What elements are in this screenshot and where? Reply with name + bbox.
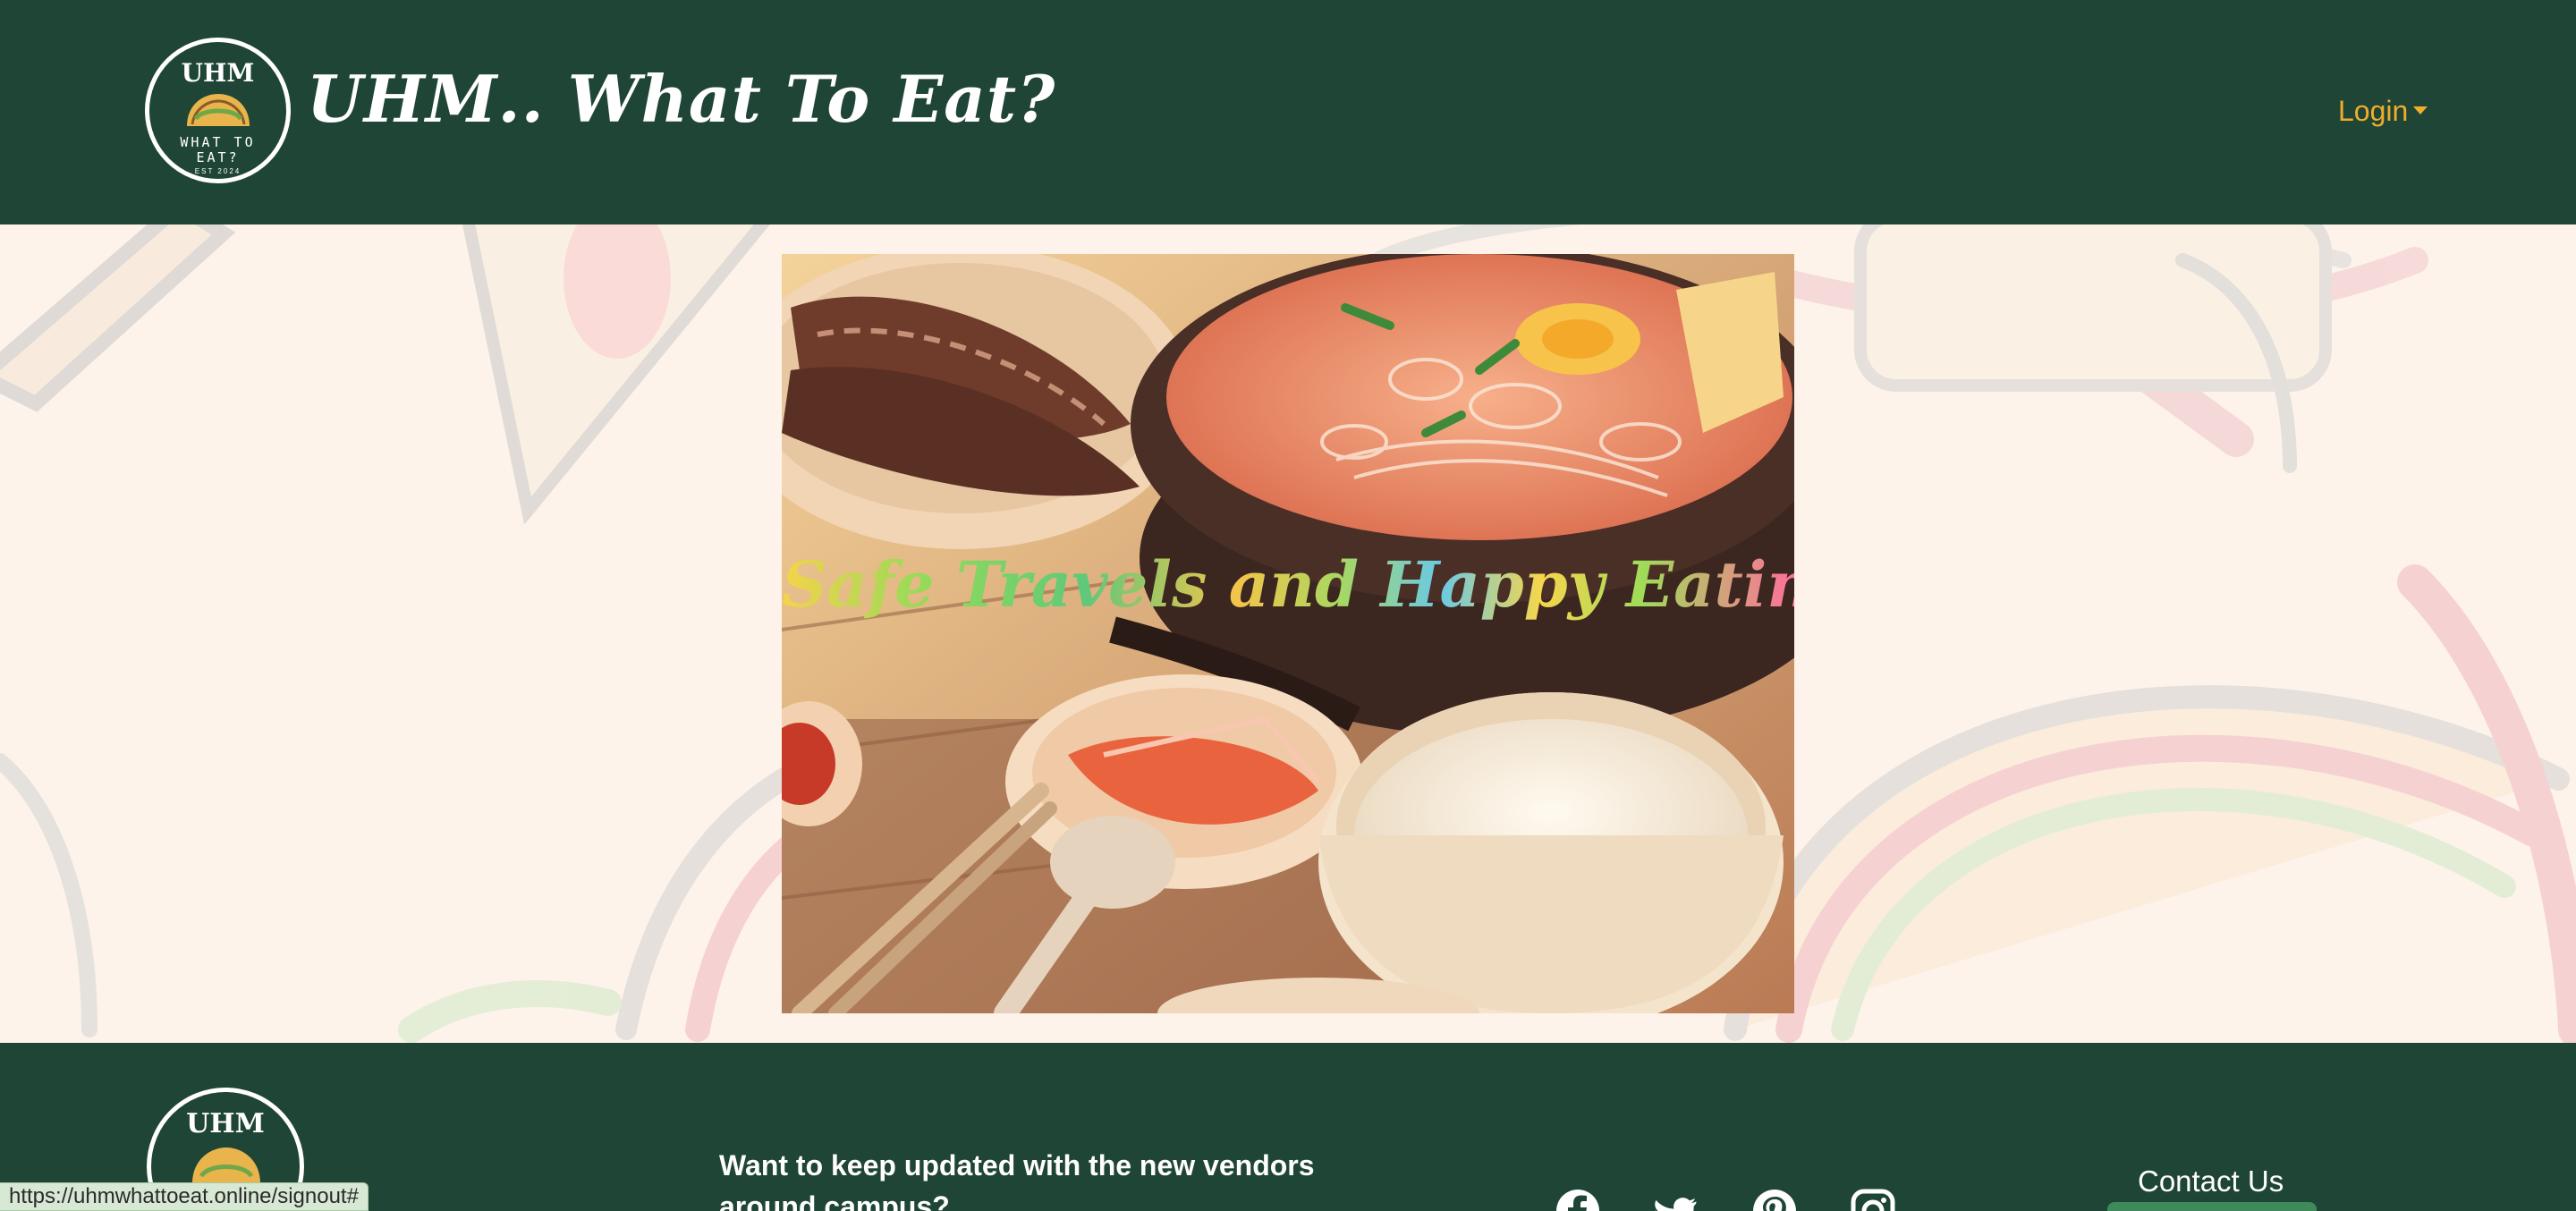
- site-title[interactable]: UHM.. What To Eat?: [307, 61, 1055, 137]
- hero-image: Safe Travels and Happy Eating!: [782, 254, 1794, 1013]
- social-links: [1555, 1188, 1896, 1211]
- logo-subtitle: WHAT TO EAT?: [149, 135, 286, 165]
- login-label: Login: [2338, 95, 2409, 127]
- twitter-icon[interactable]: [1653, 1188, 1699, 1211]
- facebook-icon[interactable]: [1555, 1188, 1601, 1211]
- instagram-icon[interactable]: [1850, 1188, 1896, 1211]
- hero-overlay-text: Safe Travels and Happy Eating!: [782, 547, 1794, 622]
- login-dropdown[interactable]: Login: [2338, 95, 2428, 128]
- site-logo[interactable]: UHM WHAT TO EAT? EST 2024: [145, 38, 291, 183]
- logo-uhm-text: UHM: [181, 58, 255, 88]
- contact-us-button[interactable]: [2107, 1202, 2317, 1211]
- logo-subtitle-line2: EAT?: [196, 149, 240, 165]
- pinterest-icon[interactable]: [1751, 1188, 1798, 1211]
- browser-status-bar: https://uhmwhattoeat.online/signout#: [0, 1182, 369, 1211]
- caret-down-icon: [2413, 106, 2428, 115]
- taco-icon: [187, 94, 250, 126]
- contact-us-label: Contact Us: [2138, 1164, 2284, 1198]
- food-illustration: [782, 254, 1794, 1013]
- taco-icon: [192, 1147, 260, 1183]
- newsletter-prompt: Want to keep updated with the new vendor…: [719, 1149, 1315, 1211]
- footer-logo-uhm-text: UHM: [186, 1108, 265, 1139]
- site-footer: UHM Want to keep updated with the new ve…: [0, 1043, 2576, 1211]
- logo-est: EST 2024: [194, 167, 242, 175]
- top-navbar: UHM WHAT TO EAT? EST 2024 UHM.. What To …: [0, 0, 2576, 224]
- logo-subtitle-line1: WHAT TO: [180, 134, 256, 150]
